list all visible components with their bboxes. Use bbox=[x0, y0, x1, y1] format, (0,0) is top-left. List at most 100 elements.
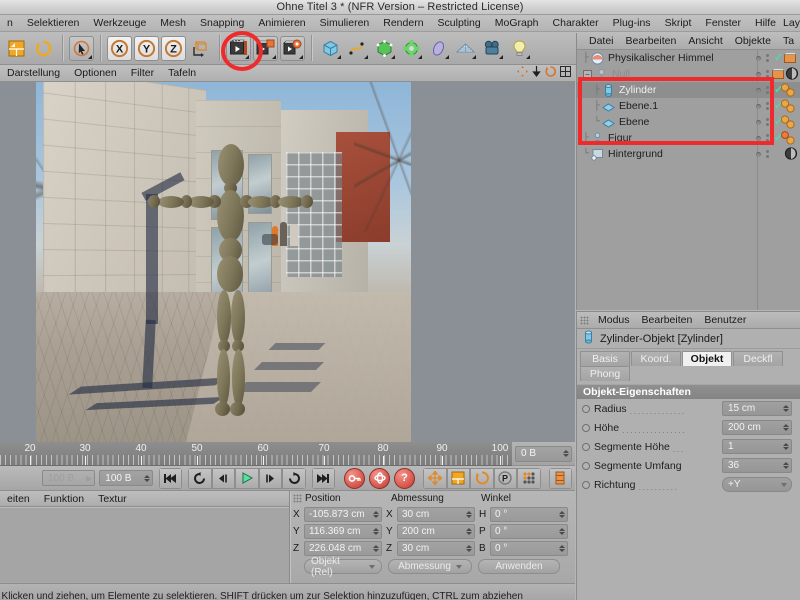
menu-item-hilfe[interactable]: Hilfe bbox=[748, 15, 783, 31]
spinner-arrows[interactable] bbox=[783, 462, 789, 469]
visibility-editor-dot[interactable] bbox=[756, 119, 761, 125]
size-y-field[interactable]: 200 cm bbox=[397, 524, 475, 539]
panel-gripper-icon[interactable] bbox=[293, 494, 302, 503]
selection-arrow-icon[interactable] bbox=[69, 35, 94, 61]
previous-frame-button[interactable] bbox=[211, 467, 236, 489]
timeline-end-frame-field[interactable]: 0 B bbox=[515, 445, 572, 462]
spinner-arrows[interactable] bbox=[466, 511, 472, 518]
record-scale-icon[interactable] bbox=[446, 467, 471, 489]
viewport-menu-tafeln[interactable]: Tafeln bbox=[161, 65, 203, 81]
property-radio-icon[interactable] bbox=[582, 423, 590, 432]
position-x-field[interactable]: -105.873 cm bbox=[304, 507, 382, 522]
record-keyframe-button[interactable] bbox=[344, 467, 366, 489]
sky-tag-icon[interactable] bbox=[784, 52, 796, 66]
menu-item-sculpting[interactable]: Sculpting bbox=[431, 15, 488, 31]
material-menu-funktion[interactable]: Funktion bbox=[37, 491, 91, 506]
panel-gripper-icon[interactable] bbox=[580, 315, 589, 325]
frame-field[interactable]: 100 B bbox=[99, 470, 153, 486]
enabled-check-icon[interactable]: ✓ bbox=[774, 53, 783, 64]
pan-icon[interactable] bbox=[517, 66, 528, 80]
objmgr-menu-objekte[interactable]: Objekte bbox=[729, 33, 777, 49]
expander-collapse-icon[interactable]: − bbox=[583, 69, 592, 79]
visibility-editor-dot[interactable] bbox=[756, 71, 761, 77]
material-menu-textur[interactable]: Textur bbox=[91, 491, 134, 506]
viewport-3d[interactable] bbox=[0, 82, 575, 442]
visibility-render-dots[interactable] bbox=[766, 102, 769, 110]
play-forward-loop-button[interactable] bbox=[282, 467, 306, 489]
render-view-icon[interactable] bbox=[226, 35, 251, 61]
coord-mode-select[interactable]: Objekt (Rel) bbox=[304, 556, 382, 578]
go-to-start-button[interactable] bbox=[158, 467, 183, 489]
render-settings-icon[interactable] bbox=[280, 35, 305, 61]
position-y-field[interactable]: 116.369 cm bbox=[304, 524, 382, 539]
coord-size-select[interactable]: Abmessung bbox=[388, 559, 472, 574]
spline-icon[interactable] bbox=[345, 36, 370, 61]
visibility-editor-dot[interactable] bbox=[756, 151, 761, 157]
segmente-hoehe-field[interactable]: 1 bbox=[722, 439, 792, 454]
visibility-render-dots[interactable] bbox=[766, 134, 769, 142]
menu-item-snapping[interactable]: Snapping bbox=[193, 15, 251, 31]
spinner-arrows[interactable] bbox=[373, 511, 379, 518]
deformer-icon[interactable] bbox=[399, 36, 424, 61]
attrmgr-menu-benutzer[interactable]: Benutzer bbox=[698, 312, 752, 328]
visibility-editor-dot[interactable] bbox=[756, 87, 761, 93]
visibility-render-dots[interactable] bbox=[766, 54, 769, 62]
record-points-icon[interactable] bbox=[517, 467, 541, 489]
protection-tag-icon[interactable] bbox=[785, 67, 799, 83]
menu-item-animieren[interactable]: Animieren bbox=[251, 15, 312, 31]
mannequin-figure[interactable] bbox=[148, 144, 346, 434]
undo-redo-icon[interactable] bbox=[4, 36, 29, 61]
position-z-field[interactable]: 226.048 cm bbox=[304, 541, 382, 556]
light-icon[interactable] bbox=[507, 36, 532, 61]
menu-item-skript[interactable]: Skript bbox=[658, 15, 699, 31]
rotation-b-field[interactable]: 0 ° bbox=[490, 541, 568, 556]
object-row-hintergrund[interactable]: └ Hintergrund bbox=[577, 146, 800, 162]
spinner-arrows[interactable] bbox=[559, 511, 565, 518]
menu-item-plugins[interactable]: Plug-ins bbox=[606, 15, 658, 31]
radius-field[interactable]: 15 cm bbox=[722, 401, 792, 416]
spinner-arrows[interactable] bbox=[373, 528, 379, 535]
spinner-arrows[interactable] bbox=[559, 545, 565, 552]
spinner-arrows[interactable] bbox=[563, 450, 569, 457]
spinner-arrows[interactable] bbox=[143, 474, 150, 482]
objmgr-menu-datei[interactable]: Datei bbox=[583, 33, 620, 49]
play-reverse-button[interactable] bbox=[188, 467, 212, 489]
layout-views-icon[interactable] bbox=[560, 66, 571, 80]
tab-deckflaechen[interactable]: Deckfl bbox=[733, 351, 783, 366]
play-button[interactable] bbox=[235, 467, 259, 489]
tab-basis[interactable]: Basis bbox=[580, 351, 630, 366]
viewport-menu-optionen[interactable]: Optionen bbox=[67, 65, 124, 81]
menu-item-mesh[interactable]: Mesh bbox=[153, 15, 193, 31]
visibility-render-dots[interactable] bbox=[766, 86, 769, 94]
keyframe-mode-icon[interactable] bbox=[548, 467, 573, 489]
richtung-select[interactable]: +Y bbox=[722, 477, 792, 492]
visibility-editor-dot[interactable] bbox=[756, 103, 761, 109]
size-x-field[interactable]: 30 cm bbox=[397, 507, 475, 522]
rotate-icon[interactable] bbox=[545, 66, 557, 80]
menu-item-simulieren[interactable]: Simulieren bbox=[313, 15, 377, 31]
tab-phong[interactable]: Phong bbox=[580, 366, 630, 381]
viewport-menu-darstellung[interactable]: Darstellung bbox=[0, 65, 67, 81]
axis-z-icon[interactable]: Z bbox=[161, 35, 186, 61]
attrmgr-menu-modus[interactable]: Modus bbox=[592, 312, 636, 328]
viewport-menu-filter[interactable]: Filter bbox=[124, 65, 161, 81]
axis-y-icon[interactable]: Y bbox=[134, 35, 159, 61]
menu-item-selektieren[interactable]: Selektieren bbox=[20, 15, 87, 31]
tab-koord[interactable]: Koord. bbox=[631, 351, 681, 366]
apply-button[interactable]: Anwenden bbox=[478, 559, 560, 574]
visibility-editor-dot[interactable] bbox=[756, 135, 761, 141]
property-radio-icon[interactable] bbox=[582, 442, 590, 451]
spinner-arrows[interactable] bbox=[466, 528, 472, 535]
menu-item-werkzeuge[interactable]: Werkzeuge bbox=[86, 15, 153, 31]
next-frame-button[interactable] bbox=[258, 467, 283, 489]
spinner-arrows[interactable] bbox=[559, 528, 565, 535]
live-selection-icon[interactable] bbox=[31, 36, 56, 61]
attrmgr-menu-bearbeiten[interactable]: Bearbeiten bbox=[636, 312, 699, 328]
cube-primitive-icon[interactable] bbox=[318, 36, 343, 61]
object-row-ebene[interactable]: └ Ebene ✓ bbox=[577, 114, 800, 130]
menu-item-0[interactable]: n bbox=[0, 15, 20, 31]
camera-icon[interactable] bbox=[480, 36, 505, 61]
material-menu-bearbeiten[interactable]: eiten bbox=[0, 491, 37, 506]
rotation-p-field[interactable]: 0 ° bbox=[490, 524, 568, 539]
floor-icon[interactable] bbox=[453, 36, 478, 61]
